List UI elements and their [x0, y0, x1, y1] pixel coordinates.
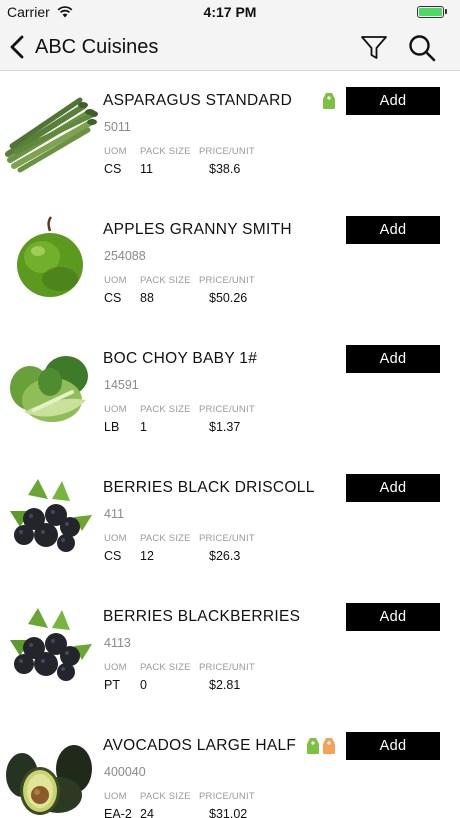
price-value: $38.6 [209, 162, 241, 176]
product-code: 4113 [104, 636, 131, 650]
back-button[interactable]: ABC Cuisines [10, 32, 158, 62]
price-unit-label: PRICE/UNIT [199, 146, 255, 157]
search-button[interactable] [407, 33, 437, 63]
product-code: 411 [104, 507, 124, 521]
product-row[interactable]: AVOCADOS LARGE HALF 400040 UOM PACK SIZE… [0, 717, 460, 818]
uom-label: UOM [104, 404, 127, 415]
uom-label: UOM [104, 791, 127, 802]
price-value: $1.37 [209, 420, 241, 434]
product-image-bokchoy [4, 342, 98, 434]
uom-label: UOM [104, 275, 127, 286]
pack-size-label: PACK SIZE [140, 533, 191, 544]
price-value: $2.81 [209, 678, 241, 692]
product-tags [322, 92, 336, 115]
product-row[interactable]: BERRIES BLACKBERRIES 4113 UOM PACK SIZE … [0, 588, 460, 717]
product-image-asparagus [4, 84, 98, 176]
pack-size-label: PACK SIZE [140, 275, 191, 286]
pack-size-value: 24 [140, 807, 154, 818]
price-unit-label: PRICE/UNIT [199, 662, 255, 673]
uom-value: PT [104, 678, 120, 692]
pack-size-value: 0 [140, 678, 147, 692]
price-unit-label: PRICE/UNIT [199, 791, 255, 802]
pack-size-value: 1 [140, 420, 147, 434]
pack-size-label: PACK SIZE [140, 146, 191, 157]
price-value: $26.3 [209, 549, 241, 563]
product-list[interactable]: ASPARAGUS STANDARD 5011 UOM PACK SIZE PR… [0, 72, 460, 818]
price-value: $50.26 [209, 291, 248, 305]
tag-icon-green [306, 737, 320, 760]
product-name: BERRIES BLACKBERRIES [103, 608, 301, 625]
product-row[interactable]: ASPARAGUS STANDARD 5011 UOM PACK SIZE PR… [0, 72, 460, 201]
uom-label: UOM [104, 146, 127, 157]
price-unit-label: PRICE/UNIT [199, 533, 255, 544]
product-row[interactable]: BOC CHOY BABY 1# 14591 UOM PACK SIZE PRI… [0, 330, 460, 459]
product-image-blackberries [4, 600, 98, 692]
search-icon [409, 35, 436, 62]
pack-size-value: 88 [140, 291, 154, 305]
add-button[interactable]: Add [346, 345, 440, 373]
product-image-apple [4, 213, 98, 305]
uom-value: EA-2 [104, 807, 132, 818]
add-button[interactable]: Add [346, 603, 440, 631]
filter-icon [361, 36, 387, 59]
price-unit-label: PRICE/UNIT [199, 404, 255, 415]
pack-size-label: PACK SIZE [140, 662, 191, 673]
product-name: AVOCADOS LARGE HALF [103, 737, 297, 754]
product-row[interactable]: BERRIES BLACK DRISCOLL 411 UOM PACK SIZE… [0, 459, 460, 588]
product-code: 5011 [104, 120, 131, 134]
product-image-avocado [4, 729, 98, 818]
product-row[interactable]: APPLES GRANNY SMITH 254088 UOM PACK SIZE… [0, 201, 460, 330]
product-code: 14591 [104, 378, 139, 392]
uom-value: CS [104, 162, 122, 176]
page-title: ABC Cuisines [35, 35, 159, 58]
product-tags [306, 737, 336, 760]
product-name: BERRIES BLACK DRISCOLL [103, 479, 315, 496]
uom-label: UOM [104, 662, 127, 673]
status-bar: Carrier 4:17 PM [0, 0, 460, 24]
uom-value: CS [104, 549, 122, 563]
nav-bar: ABC Cuisines [0, 24, 460, 71]
product-name: ASPARAGUS STANDARD [103, 92, 293, 109]
uom-value: CS [104, 291, 122, 305]
product-code: 400040 [104, 765, 146, 779]
tag-icon-orange [322, 737, 336, 760]
product-code: 254088 [104, 249, 146, 263]
product-image-blackberries [4, 471, 98, 563]
price-unit-label: PRICE/UNIT [199, 275, 255, 286]
add-button[interactable]: Add [346, 474, 440, 502]
uom-label: UOM [104, 533, 127, 544]
price-value: $31.02 [209, 807, 248, 818]
status-time: 4:17 PM [203, 4, 257, 20]
battery-icon [417, 6, 444, 18]
pack-size-value: 11 [140, 162, 153, 176]
pack-size-label: PACK SIZE [140, 791, 191, 802]
product-name: BOC CHOY BABY 1# [103, 350, 258, 367]
add-button[interactable]: Add [346, 216, 440, 244]
chevron-left-icon [10, 32, 30, 62]
tag-icon-green [322, 92, 336, 115]
battery-tip [445, 9, 447, 14]
add-button[interactable]: Add [346, 732, 440, 760]
pack-size-value: 12 [140, 549, 154, 563]
product-name: APPLES GRANNY SMITH [103, 221, 292, 238]
uom-value: LB [104, 420, 120, 434]
pack-size-label: PACK SIZE [140, 404, 191, 415]
add-button[interactable]: Add [346, 87, 440, 115]
filter-button[interactable] [360, 34, 388, 62]
